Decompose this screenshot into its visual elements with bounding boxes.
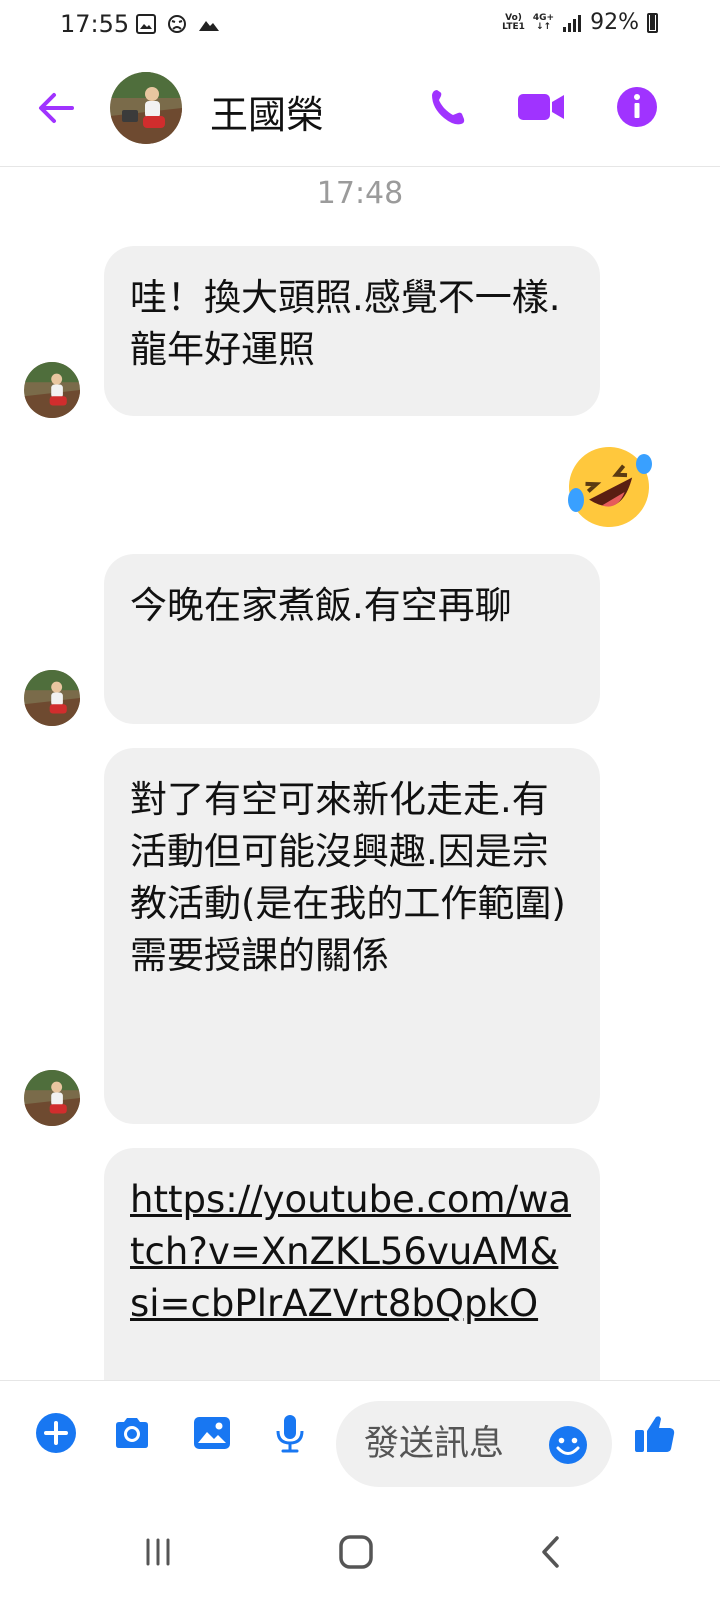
lte-label: LTE1 xyxy=(502,21,525,32)
info-icon[interactable] xyxy=(614,84,660,130)
back-arrow-icon[interactable] xyxy=(34,86,78,130)
emoji-icon[interactable] xyxy=(546,1423,590,1467)
battery-percent: 92% xyxy=(590,10,639,35)
sender-avatar[interactable] xyxy=(24,362,80,418)
signal-icon xyxy=(563,14,582,32)
message-bubble[interactable]: 今晚在家煮飯.有空再聊 xyxy=(104,554,600,724)
contact-avatar[interactable] xyxy=(110,72,182,144)
message-bubble[interactable]: 對了有空可來新化走走.有活動但可能沒興趣.因是宗教活動(是在我的工作範圍)需要授… xyxy=(104,748,600,1124)
home-icon[interactable] xyxy=(334,1530,378,1574)
message-timestamp: 17:48 xyxy=(316,176,404,211)
message-input[interactable] xyxy=(362,1419,516,1469)
system-nav-bar xyxy=(0,1500,720,1600)
data-arrows-icon: ↓↑ xyxy=(535,21,552,32)
plus-icon[interactable] xyxy=(34,1411,78,1455)
notification-icons xyxy=(136,14,220,34)
message-input-container[interactable] xyxy=(336,1401,612,1487)
face-notification-icon xyxy=(168,15,186,33)
recents-icon[interactable] xyxy=(136,1530,180,1574)
status-time: 17:55 xyxy=(60,10,130,38)
sender-avatar[interactable] xyxy=(24,670,80,726)
camera-icon[interactable] xyxy=(110,1411,154,1455)
status-bar: 17:55 Vo) LTE1 4G+ ↓↑ 92% xyxy=(0,0,720,56)
video-call-icon[interactable] xyxy=(516,84,566,130)
thumbs-up-icon[interactable] xyxy=(632,1411,678,1457)
message-bubble[interactable]: 哇！換大頭照.感覺不一樣.龍年好運照 xyxy=(104,246,600,416)
message-composer xyxy=(0,1380,720,1501)
mountain-notification-icon xyxy=(199,21,219,31)
chat-header: 王國榮 xyxy=(0,56,720,167)
laughing-emoji-icon[interactable] xyxy=(564,442,654,532)
contact-name[interactable]: 王國榮 xyxy=(210,84,324,139)
status-right: Vo) LTE1 4G+ ↓↑ 92% xyxy=(502,10,658,35)
volte-indicator: Vo) LTE1 xyxy=(502,13,525,32)
battery-icon xyxy=(647,12,658,33)
microphone-icon[interactable] xyxy=(268,1411,312,1455)
link-message-bubble[interactable]: https://youtube.com/watch?v=XnZKL56vuAM&… xyxy=(104,1148,600,1380)
back-icon[interactable] xyxy=(530,1530,574,1574)
phone-icon[interactable] xyxy=(424,84,470,130)
gallery-notification-icon xyxy=(136,14,156,34)
sender-avatar[interactable] xyxy=(24,1070,80,1126)
gallery-icon[interactable] xyxy=(190,1411,234,1455)
message-thread[interactable]: 17:48 哇！換大頭照.感覺不一樣.龍年好運照 今晚在家煮飯.有空再聊 對了有… xyxy=(0,166,720,1380)
network-type: 4G+ ↓↑ xyxy=(533,13,554,32)
